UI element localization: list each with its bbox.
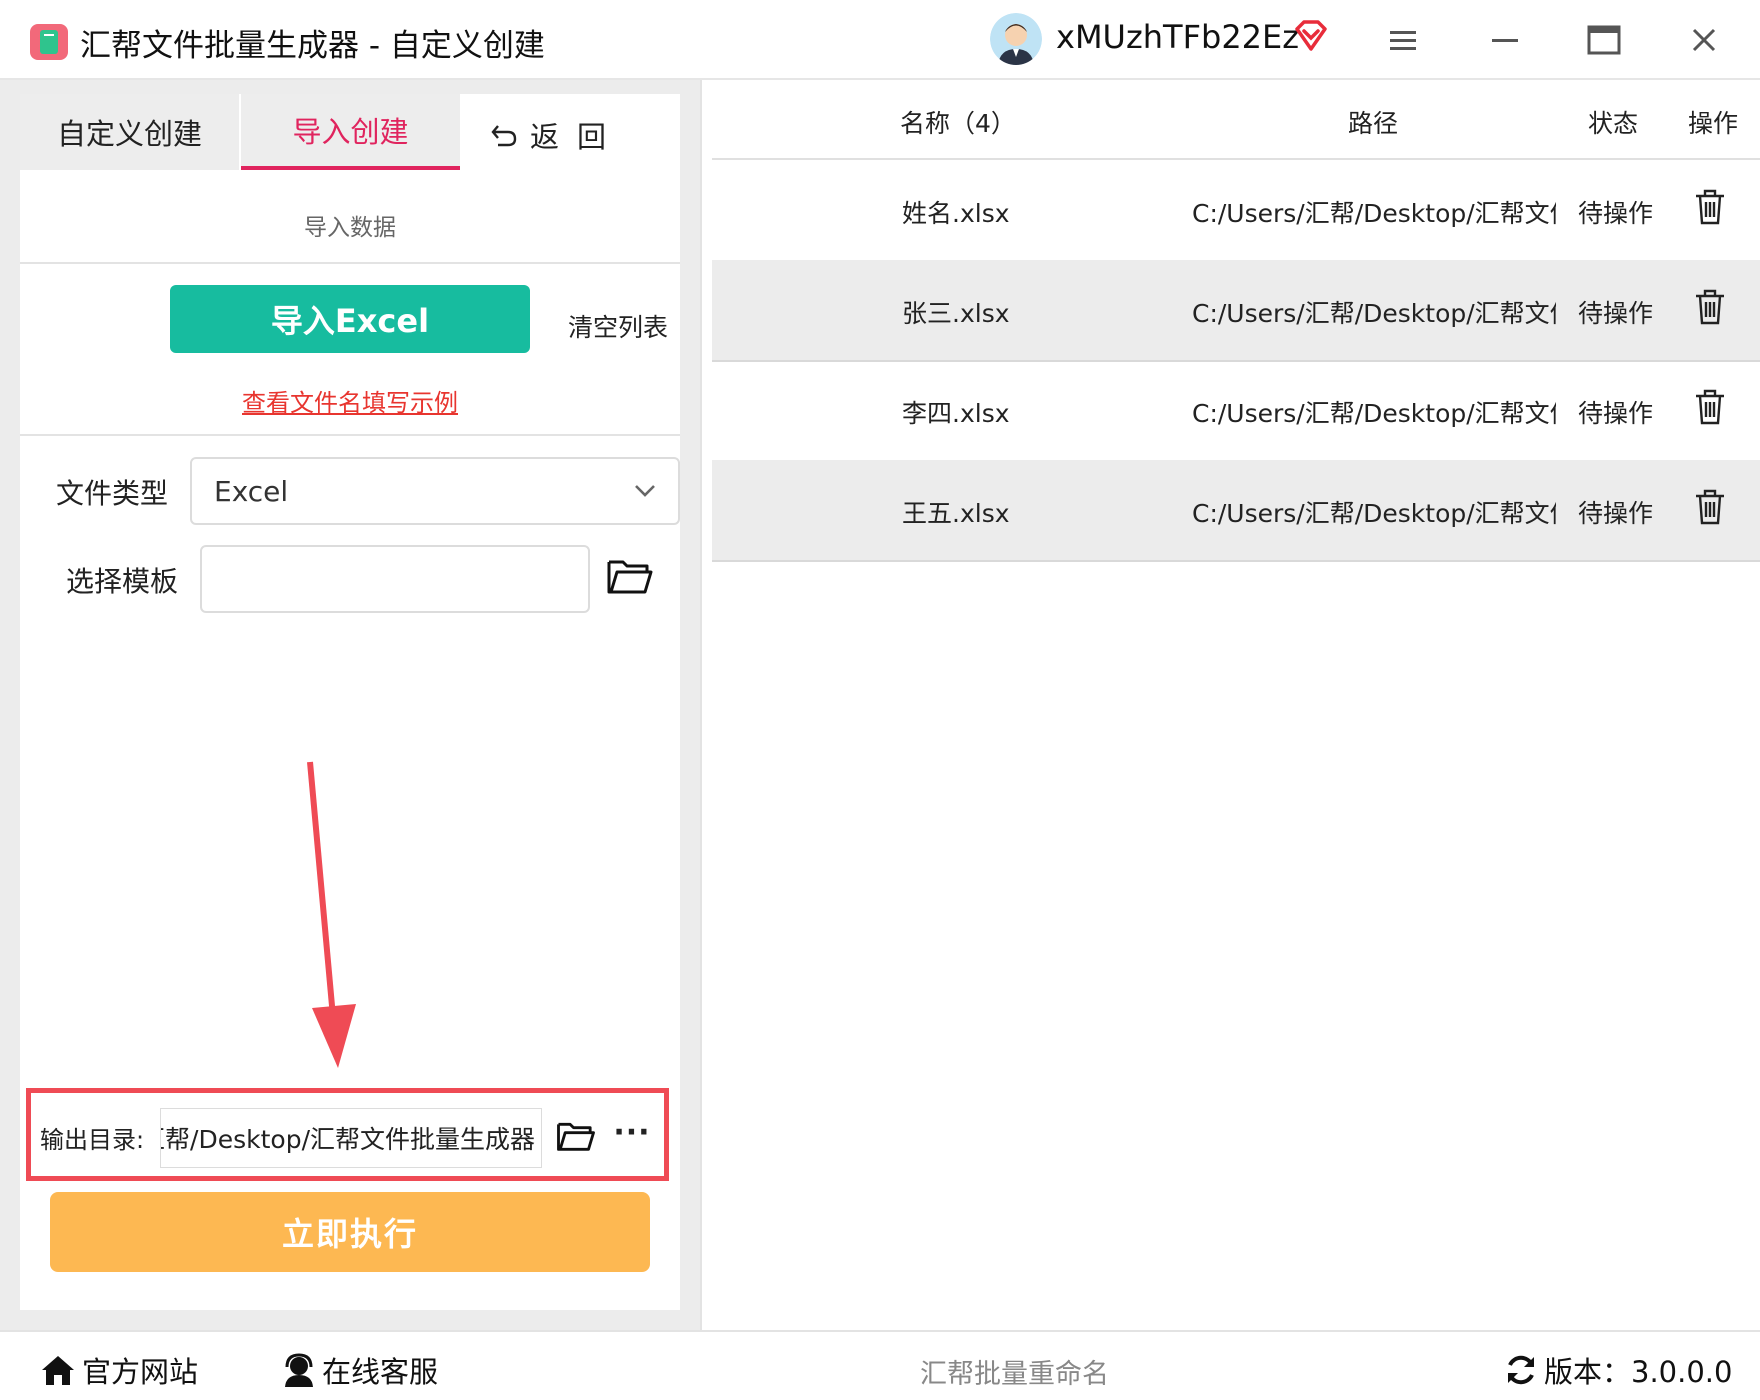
home-icon	[42, 1356, 74, 1385]
row-status: 待操作	[1578, 199, 1654, 228]
table-row[interactable]: 李四.xlsx C:/Users/汇帮/Desktop/汇帮文件 待操作	[712, 360, 1760, 462]
filetype-label: 文件类型	[56, 477, 169, 510]
row-path: C:/Users/汇帮/Desktop/汇帮文件	[1192, 499, 1556, 528]
row-name: 姓名.xlsx	[902, 199, 1010, 228]
delete-row-button[interactable]	[1694, 488, 1730, 528]
output-directory-label: 输出目录:	[40, 1126, 145, 1154]
minimize-icon	[1492, 39, 1518, 42]
delete-row-button[interactable]	[1694, 388, 1730, 428]
official-site-link[interactable]: 官方网站	[40, 1349, 198, 1391]
app-logo-icon	[28, 22, 70, 62]
vip-diamond-icon[interactable]	[1292, 18, 1330, 54]
output-directory-field[interactable]: C:/Users/汇帮/Desktop/汇帮文件批量生成器	[160, 1108, 542, 1168]
table-row[interactable]: 王五.xlsx C:/Users/汇帮/Desktop/汇帮文件 待操作	[712, 460, 1760, 562]
divider	[20, 434, 680, 436]
filetype-value: Excel	[214, 474, 289, 508]
divider	[20, 262, 680, 264]
tab-import-create[interactable]: 导入创建	[241, 94, 460, 170]
back-label: 返回	[530, 120, 625, 154]
tab-custom-create[interactable]: 自定义创建	[20, 94, 239, 170]
maximize-icon	[1587, 25, 1621, 55]
username: xMUzhTFb22Ez	[1056, 18, 1300, 56]
row-name: 李四.xlsx	[902, 399, 1010, 428]
menu-icon	[1390, 31, 1416, 50]
import-data-heading: 导入数据	[304, 215, 396, 241]
back-button[interactable]: 返回	[490, 110, 624, 160]
version-info[interactable]: 版本：3.0.0.0	[1504, 1349, 1732, 1391]
column-header-name: 名称（4）	[900, 109, 1016, 138]
output-directory-path: C:/Users/汇帮/Desktop/汇帮文件批量生成器	[161, 1125, 535, 1154]
row-status: 待操作	[1578, 399, 1654, 428]
column-header-operation: 操作	[1688, 109, 1739, 138]
template-label: 选择模板	[66, 565, 179, 598]
output-folder-button[interactable]	[556, 1118, 596, 1154]
refresh-icon	[1508, 1355, 1534, 1385]
row-name: 王五.xlsx	[902, 499, 1010, 528]
row-path: C:/Users/汇帮/Desktop/汇帮文件	[1192, 199, 1556, 228]
minimize-button[interactable]	[1482, 16, 1530, 64]
chevron-down-icon	[635, 485, 655, 497]
column-header-status: 状态	[1588, 109, 1639, 138]
row-name: 张三.xlsx	[902, 299, 1010, 328]
folder-icon	[557, 1122, 595, 1151]
back-arrow-icon	[491, 125, 517, 147]
row-path: C:/Users/汇帮/Desktop/汇帮文件	[1192, 299, 1556, 328]
status-bar	[0, 1330, 1760, 1400]
official-site-label: 官方网站	[82, 1355, 199, 1389]
row-path: C:/Users/汇帮/Desktop/汇帮文件	[1192, 399, 1556, 428]
product-name-text: 汇帮批量重命名	[920, 1359, 1109, 1390]
trash-icon	[1696, 389, 1724, 425]
trash-icon	[1696, 189, 1724, 225]
filename-example-link[interactable]: 查看文件名填写示例	[20, 383, 680, 418]
import-excel-button[interactable]: 导入Excel	[170, 285, 530, 353]
online-support-label: 在线客服	[322, 1355, 439, 1389]
support-agent-icon	[285, 1353, 313, 1387]
execute-button[interactable]: 立即执行	[50, 1192, 650, 1272]
table-row[interactable]: 张三.xlsx C:/Users/汇帮/Desktop/汇帮文件 待操作	[712, 260, 1760, 362]
online-support-link[interactable]: 在线客服	[282, 1349, 438, 1391]
close-button[interactable]	[1680, 16, 1728, 64]
version-label: 版本：3.0.0.0	[1544, 1355, 1733, 1389]
delete-row-button[interactable]	[1694, 288, 1730, 328]
column-header-path: 路径	[1348, 109, 1399, 138]
annotation-arrow	[307, 761, 356, 1068]
row-status: 待操作	[1578, 299, 1654, 328]
maximize-button[interactable]	[1580, 16, 1628, 64]
avatar[interactable]	[990, 13, 1042, 65]
filetype-select[interactable]: Excel	[190, 457, 680, 525]
delete-row-button[interactable]	[1694, 188, 1730, 228]
trash-icon	[1696, 489, 1724, 525]
panel-divider	[700, 80, 702, 1330]
window-title: 汇帮文件批量生成器 - 自定义创建	[80, 28, 545, 64]
clear-list-button[interactable]: 清空列表	[568, 308, 668, 344]
template-folder-button[interactable]	[606, 555, 656, 599]
trash-icon	[1696, 289, 1724, 325]
template-input[interactable]	[200, 545, 590, 613]
table-row[interactable]: 姓名.xlsx C:/Users/汇帮/Desktop/汇帮文件 待操作	[712, 160, 1760, 262]
menu-button[interactable]	[1380, 16, 1428, 64]
more-options-button[interactable]: ···	[610, 1112, 654, 1152]
folder-icon	[607, 560, 653, 594]
close-icon	[1692, 28, 1716, 52]
row-status: 待操作	[1578, 499, 1654, 528]
